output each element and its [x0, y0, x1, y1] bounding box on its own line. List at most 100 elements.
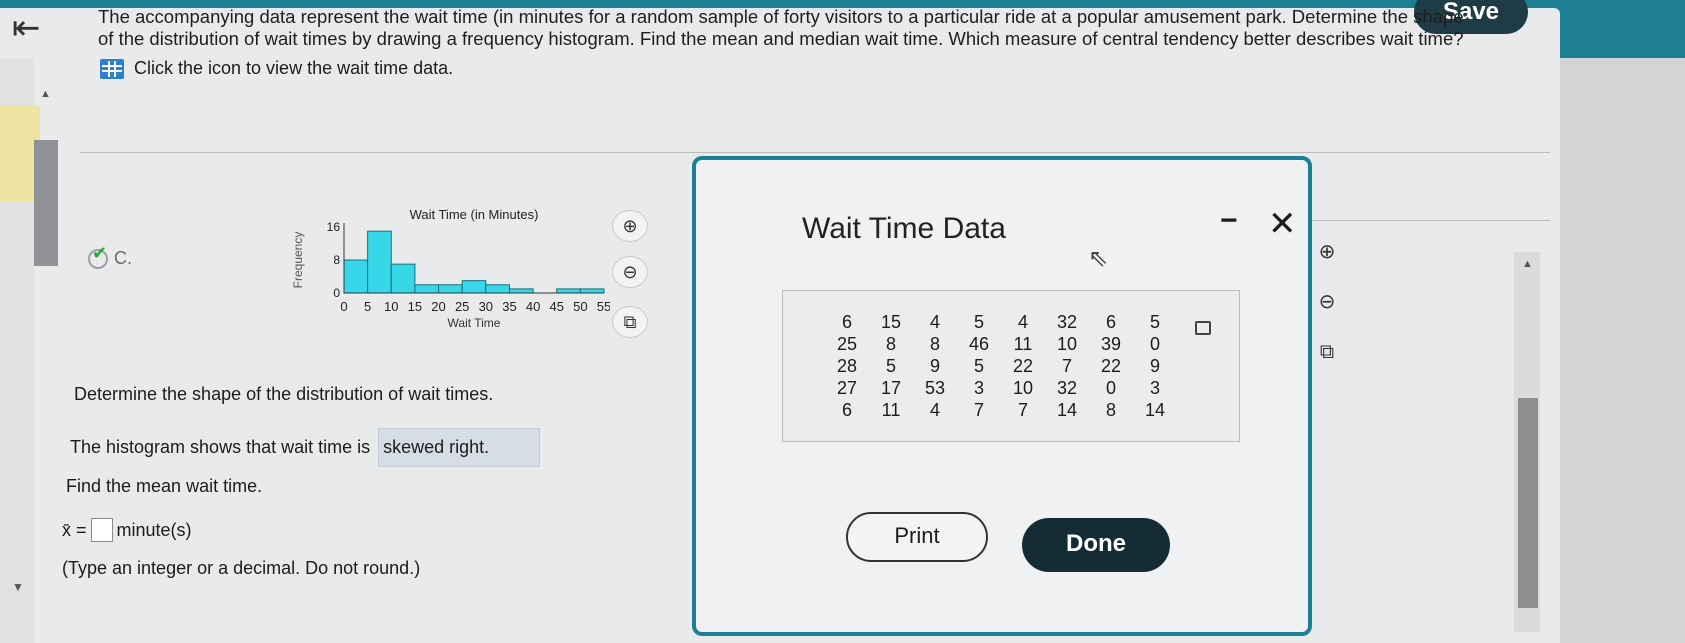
histogram-tools: ⊕ ⊖ ⧉ [612, 210, 652, 340]
x-tick-label: 15 [408, 299, 422, 314]
data-cell: 5 [973, 356, 984, 376]
data-cell: 7 [1017, 400, 1028, 420]
data-cell: 53 [924, 378, 946, 398]
data-cell: 10 [1012, 378, 1034, 398]
data-table: 6 15 4 5 4 32 6 5 25 8 8 46 11 10 39 0 28 5 9 5 22 7 22 9 27 17 53… [782, 290, 1240, 442]
arrow-left-bar-icon: ⇤ [12, 9, 41, 47]
question-line-1: The accompanying data represent the wait… [98, 6, 1464, 27]
back-button[interactable]: ⇤ [12, 10, 62, 50]
data-cell: 25 [836, 334, 858, 354]
mouse-pointer-icon: ⇖ [1088, 245, 1109, 272]
data-cell: 6 [841, 312, 852, 332]
data-cell: 9 [1149, 356, 1160, 376]
x-tick-label: 5 [364, 299, 371, 314]
x-tick-label: 25 [455, 299, 469, 314]
option-label: C. [114, 248, 132, 268]
data-cell: 15 [880, 312, 902, 332]
data-cell: 6 [841, 400, 852, 420]
answer-option-c[interactable]: C. [88, 243, 132, 269]
y-axis-label: Frequency [291, 232, 305, 289]
data-cell: 0 [1149, 334, 1160, 354]
histogram-bar [438, 284, 463, 294]
close-button[interactable]: ✕ [1268, 204, 1297, 244]
dialog-title: Wait Time Data [802, 212, 1006, 245]
zoom-in-icon[interactable]: ⊕ [1312, 238, 1342, 268]
scroll-up-icon[interactable]: ▲ [40, 88, 51, 100]
answer-hint: (Type an integer or a decimal. Do not ro… [62, 558, 421, 578]
data-cell: 5 [973, 312, 984, 332]
histogram: Wait Time (in Minutes) 0 5 10 15 20 25 30 35 40 45… [290, 205, 611, 345]
data-cell: 3 [973, 378, 984, 398]
done-button[interactable]: Done [1022, 518, 1170, 572]
histogram-bar [485, 284, 510, 294]
minimize-button[interactable]: − [1220, 204, 1238, 238]
histogram-bar [390, 263, 416, 294]
x-axis-label: Wait Time [448, 316, 501, 330]
x-tick-label: 35 [502, 299, 516, 314]
data-cell: 4 [929, 400, 940, 420]
data-cell: 17 [880, 378, 902, 398]
table-icon[interactable] [100, 58, 124, 79]
x-tick-label: 55 [597, 299, 610, 314]
popout-icon[interactable]: ⧉ [612, 306, 648, 338]
divider [80, 152, 1550, 153]
shape-answer-row: The histogram shows that wait time is sk… [70, 428, 541, 467]
print-button[interactable]: Print [846, 512, 988, 562]
histogram-bar [579, 288, 605, 294]
y-tick-label: 8 [333, 253, 340, 267]
scroll-down-icon[interactable]: ▼ [12, 580, 24, 594]
histogram-title: Wait Time (in Minutes) [410, 207, 539, 222]
x-tick-label: 0 [340, 299, 347, 314]
divider-right [1310, 220, 1550, 221]
y-tick-label: 0 [333, 286, 340, 300]
x-tick-label: 10 [384, 299, 398, 314]
data-cell: 22 [1100, 356, 1122, 376]
zoom-in-icon[interactable]: ⊕ [612, 210, 648, 242]
scroll-up-icon[interactable]: ▲ [1522, 258, 1533, 270]
shape-answer-dropdown[interactable]: skewed right. [378, 428, 541, 467]
data-cell: 9 [929, 356, 940, 376]
data-cell: 3 [1149, 378, 1160, 398]
x-tick-label: 45 [549, 299, 563, 314]
data-link-row[interactable]: Click the icon to view the wait time dat… [100, 58, 453, 79]
data-cell: 14 [1144, 400, 1166, 420]
data-cell: 8 [885, 334, 896, 354]
mean-unit: minute(s) [116, 519, 192, 540]
histogram-bar [414, 284, 440, 294]
checkmark-icon [88, 243, 108, 269]
histogram-bar [367, 230, 392, 294]
wait-time-data-dialog: Wait Time Data − ✕ ⇖ 6 15 4 5 4 32 6 5 25 8 8 46 11 1… [692, 156, 1312, 636]
zoom-out-icon[interactable]: ⊖ [1312, 288, 1342, 318]
shape-prefix: The histogram shows that wait time is [70, 437, 371, 457]
shape-question: Determine the shape of the distribution … [74, 384, 494, 404]
data-cell: 7 [1061, 356, 1072, 376]
y-tick-label: 16 [327, 220, 341, 234]
data-cell: 46 [968, 334, 990, 354]
question-line-2: of the distribution of wait times by dra… [98, 28, 1464, 49]
histogram-svg: Wait Time (in Minutes) 0 5 10 15 20 25 30 35 40 45… [291, 207, 611, 330]
histogram-bar [343, 259, 369, 294]
data-cell: 5 [1149, 312, 1160, 332]
data-cell: 27 [836, 378, 858, 398]
data-link-text: Click the icon to view the wait time dat… [134, 58, 454, 78]
data-cell: 4 [1017, 312, 1028, 332]
mean-question: Find the mean wait time. [66, 476, 263, 496]
data-cell: 6 [1105, 312, 1116, 332]
right-scrollbar-thumb[interactable] [1518, 398, 1538, 608]
popout-icon[interactable]: ⧉ [1312, 338, 1342, 368]
data-cell: 22 [1012, 356, 1034, 376]
zoom-out-icon[interactable]: ⊖ [612, 256, 648, 288]
question-text: The accompanying data represent the wait… [98, 6, 1538, 50]
right-tools: ⊕ ⊖ ⧉ [1312, 238, 1352, 378]
copy-icon[interactable] [1195, 321, 1211, 335]
mean-input[interactable] [90, 518, 113, 542]
data-cell: 11 [881, 400, 901, 420]
data-cell: 0 [1105, 378, 1116, 398]
data-grid: 6 15 4 5 4 32 6 5 25 8 8 46 11 10 39 0 28 5 9 5 22 7 22 9 27 17 53… [825, 311, 1177, 421]
data-cell: 4 [929, 312, 940, 332]
data-cell: 39 [1100, 334, 1122, 354]
left-scrollbar-thumb[interactable] [34, 140, 58, 266]
data-cell: 7 [973, 400, 984, 420]
data-cell: 32 [1056, 378, 1078, 398]
data-cell: 28 [836, 356, 858, 376]
